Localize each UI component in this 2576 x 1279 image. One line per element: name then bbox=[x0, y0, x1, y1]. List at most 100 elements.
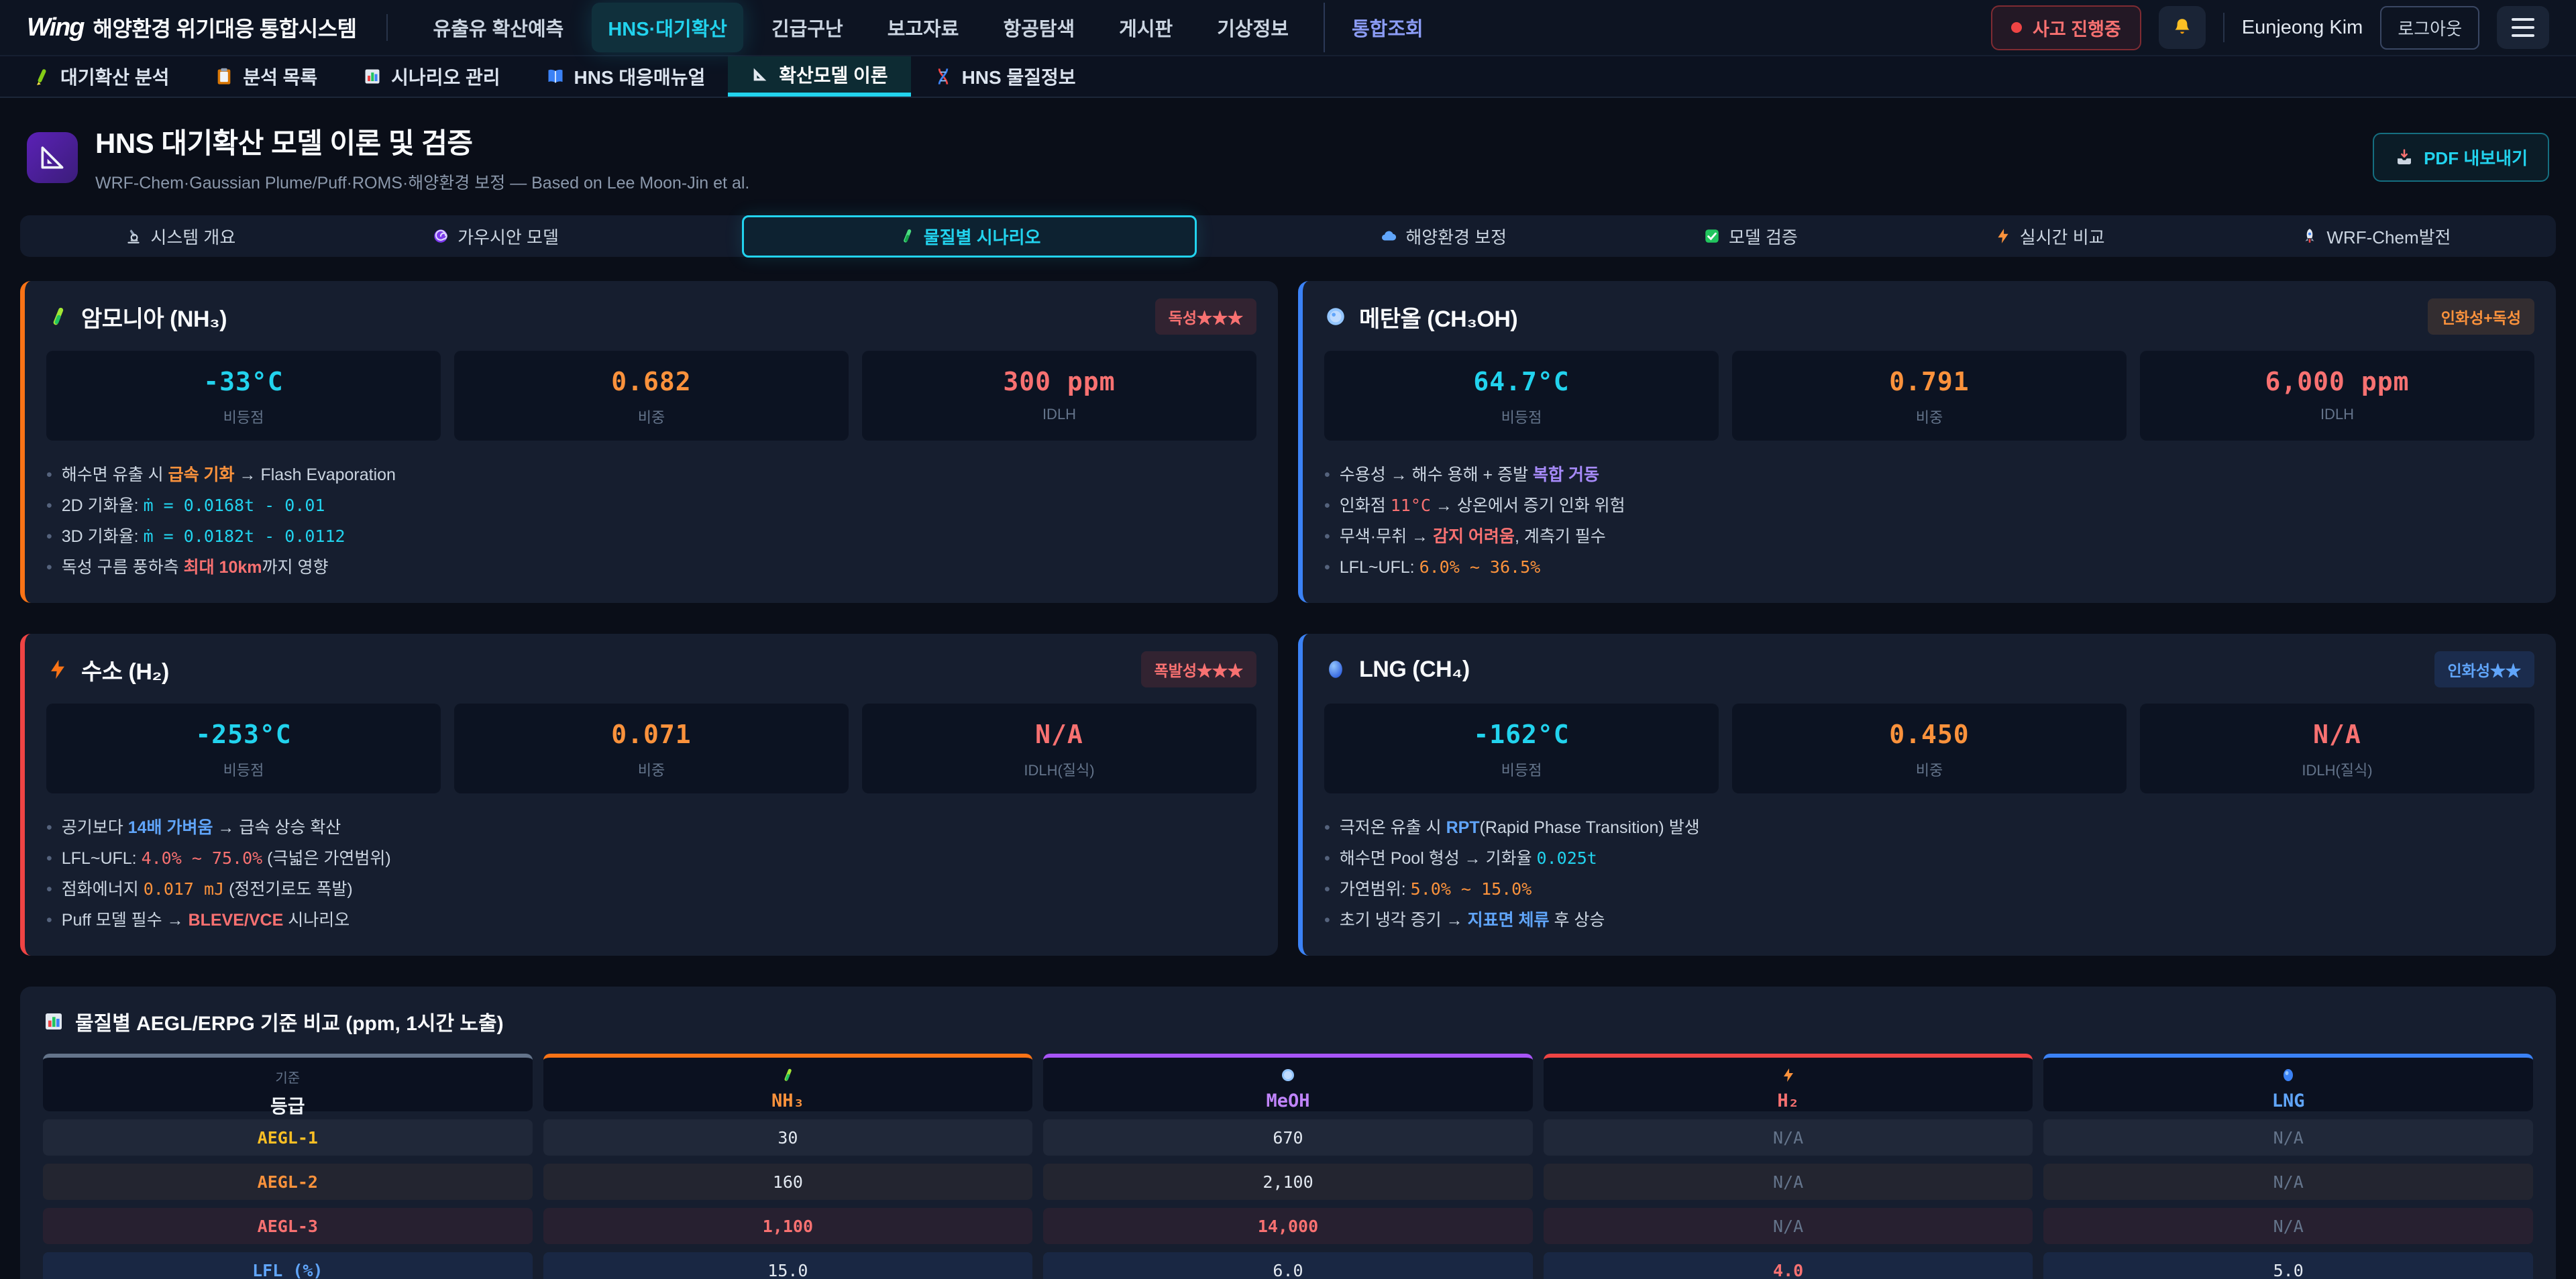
tab-analysis-list[interactable]: 분석 목록 bbox=[192, 56, 340, 97]
tab-dispersion-model-theory[interactable]: 확산모델 이론 bbox=[728, 56, 910, 97]
pen-icon bbox=[32, 67, 51, 86]
app-logo: Wing 해양환경 위기대응 통합시스템 bbox=[27, 12, 357, 43]
section-tab-marine-correction[interactable]: 해양환경 보정 bbox=[1366, 217, 1520, 256]
stat-value: -33°C bbox=[46, 367, 441, 396]
stat-boiling-point: 64.7°C 비등점 bbox=[1324, 351, 1719, 441]
stat-value: 6,000 ppm bbox=[2140, 367, 2534, 396]
pdf-export-button[interactable]: PDF 내보내기 bbox=[2373, 133, 2549, 182]
card-methanol: 메탄올 (CH₃OH) 인화성+독성 64.7°C 비등점 0.791 비중 6… bbox=[1298, 281, 2556, 603]
cell-aegl3-lng: N/A bbox=[2043, 1208, 2533, 1244]
page-header: HNS 대기확산 모델 이론 및 검증 WRF-Chem·Gaussian Pl… bbox=[0, 98, 2576, 211]
bullet-item: 3D 기화율: ṁ = 0.0182t - 0.0112 bbox=[46, 521, 1256, 552]
nav-item-weather[interactable]: 기상정보 bbox=[1201, 3, 1305, 52]
row-label-aegl1: AEGL-1 bbox=[43, 1119, 533, 1156]
nav-item-aerial-search[interactable]: 항공탐색 bbox=[987, 3, 1091, 52]
hazard-badge: 인화성+독성 bbox=[2428, 298, 2534, 335]
nav-item-emergency[interactable]: 긴급구난 bbox=[755, 3, 859, 52]
bullet-item: 독성 구름 풍하측 최대 10km까지 영향 bbox=[46, 552, 1256, 583]
cell-aegl2-h2: N/A bbox=[1544, 1164, 2033, 1200]
stat-specific-gravity: 0.791 비중 bbox=[1732, 351, 2127, 441]
tab-scenario-management[interactable]: 시나리오 관리 bbox=[340, 56, 523, 97]
nav-item-reports[interactable]: 보고자료 bbox=[871, 3, 975, 52]
stat-idlh: N/A IDLH(질식) bbox=[2140, 704, 2534, 793]
stat-idlh: 6,000 ppm IDLH bbox=[2140, 351, 2534, 441]
stat-label: 비등점 bbox=[46, 759, 441, 780]
bullet-item: 가연범위: 5.0% ~ 15.0% bbox=[1324, 874, 2534, 905]
stat-idlh: N/A IDLH(질식) bbox=[862, 704, 1256, 793]
cell-lfl-meoh: 6.0 bbox=[1043, 1252, 1533, 1279]
stat-label: IDLH(질식) bbox=[2140, 759, 2534, 780]
table-header-lng: LNG bbox=[2043, 1054, 2533, 1111]
section-tab-model-validation[interactable]: 모델 검증 bbox=[1690, 217, 1811, 256]
section-tab-gaussian-model[interactable]: 가우시안 모델 bbox=[419, 217, 572, 256]
column-name: MeOH bbox=[1043, 1091, 1533, 1111]
microscope-icon bbox=[125, 227, 142, 245]
tab-hns-substance-info[interactable]: HNS 물질정보 bbox=[911, 56, 1099, 97]
page-title: HNS 대기확산 모델 이론 및 검증 bbox=[95, 121, 749, 162]
notifications-button[interactable] bbox=[2159, 6, 2206, 49]
table-header-meoh: MeOH bbox=[1043, 1054, 1533, 1111]
nav-item-board[interactable]: 게시판 bbox=[1103, 3, 1189, 52]
menu-button[interactable] bbox=[2497, 6, 2549, 49]
card-ammonia: 암모니아 (NH₃) 독성★★★ -33°C 비등점 0.682 비중 300 … bbox=[20, 281, 1278, 603]
stat-idlh: 300 ppm IDLH bbox=[862, 351, 1256, 441]
card-title: 암모니아 (NH₃) bbox=[81, 300, 227, 333]
cell-aegl3-nh3: 1,100 bbox=[543, 1208, 1033, 1244]
main-menu: 유출유 확산예측 HNS·대기확산 긴급구난 보고자료 항공탐색 게시판 기상정… bbox=[417, 3, 1992, 52]
tab-label: 확산모델 이론 bbox=[779, 61, 888, 88]
stat-value: N/A bbox=[2140, 720, 2534, 749]
row-label-aegl3: AEGL-3 bbox=[43, 1208, 533, 1244]
stat-label: IDLH bbox=[2140, 406, 2534, 423]
cloud-icon bbox=[1380, 227, 1397, 245]
stat-label: 비중 bbox=[454, 759, 849, 780]
stat-value: 0.791 bbox=[1732, 367, 2127, 396]
bullet-item: LFL~UFL: 6.0% ~ 36.5% bbox=[1324, 552, 2534, 583]
bullet-item: 공기보다 14배 가벼움 → 급속 상승 확산 bbox=[46, 812, 1256, 843]
cell-aegl3-meoh: 14,000 bbox=[1043, 1208, 1533, 1244]
cell-lfl-nh3: 15.0 bbox=[543, 1252, 1033, 1279]
table-header-criteria: 기준 등급 bbox=[43, 1054, 533, 1111]
nav-item-hns-dispersion[interactable]: HNS·대기확산 bbox=[592, 3, 743, 52]
tab-hns-manual[interactable]: HNS 대응매뉴얼 bbox=[523, 56, 729, 97]
bullet-item: 초기 냉각 증기 → 지표면 체류 후 상승 bbox=[1324, 905, 2534, 936]
page-header-text: HNS 대기확산 모델 이론 및 검증 WRF-Chem·Gaussian Pl… bbox=[95, 121, 749, 194]
test-tube-icon bbox=[898, 227, 916, 245]
column-name: H₂ bbox=[1544, 1091, 2033, 1111]
sub-tab-bar: 대기확산 분석 분석 목록 시나리오 관리 HNS 대응매뉴얼 확산모델 이론 … bbox=[0, 56, 2576, 98]
cell-aegl1-h2: N/A bbox=[1544, 1119, 2033, 1156]
bar-chart-icon bbox=[363, 67, 382, 86]
section-tab-substance-scenarios[interactable]: 물질별 시나리오 bbox=[742, 215, 1197, 258]
stat-value: -253°C bbox=[46, 720, 441, 749]
section-tab-wrf-chem[interactable]: WRF-Chem발전 bbox=[2288, 217, 2464, 256]
stat-specific-gravity: 0.071 비중 bbox=[454, 704, 849, 793]
card-lng: LNG (CH₄) 인화성★★ -162°C 비등점 0.450 비중 N/A … bbox=[1298, 634, 2556, 956]
section-tab-realtime-comparison[interactable]: 실시간 비교 bbox=[1981, 217, 2118, 256]
nav-item-integrated-search[interactable]: 통합조회 bbox=[1324, 3, 1440, 52]
cell-aegl3-h2: N/A bbox=[1544, 1208, 2033, 1244]
card-hydrogen: 수소 (H₂) 폭발성★★★ -253°C 비등점 0.071 비중 N/A I… bbox=[20, 634, 1278, 956]
incident-dot-icon bbox=[2011, 22, 2022, 33]
stat-value: 300 ppm bbox=[862, 367, 1256, 396]
stat-boiling-point: -33°C 비등점 bbox=[46, 351, 441, 441]
section-tab-label: 시스템 개요 bbox=[150, 224, 235, 249]
nav-item-oil-spill[interactable]: 유출유 확산예측 bbox=[417, 3, 580, 52]
section-tab-system-overview[interactable]: 시스템 개요 bbox=[111, 217, 249, 256]
row-label-aegl2: AEGL-2 bbox=[43, 1164, 533, 1200]
stat-label: 비중 bbox=[1732, 406, 2127, 427]
stats-row: -253°C 비등점 0.071 비중 N/A IDLH(질식) bbox=[46, 704, 1256, 793]
card-bullets: 해수면 유출 시 급속 기화 → Flash Evaporation 2D 기화… bbox=[46, 459, 1256, 583]
logout-button[interactable]: 로그아웃 bbox=[2380, 6, 2479, 50]
section-tab-label: WRF-Chem발전 bbox=[2326, 224, 2451, 249]
section-tab-label: 물질별 시나리오 bbox=[924, 224, 1041, 249]
tab-dispersion-analysis[interactable]: 대기확산 분석 bbox=[9, 56, 192, 97]
section-tab-label: 실시간 비교 bbox=[2020, 224, 2105, 249]
download-icon bbox=[2394, 148, 2414, 168]
cell-aegl1-meoh: 670 bbox=[1043, 1119, 1533, 1156]
petri-disc-icon bbox=[1324, 305, 1347, 328]
cell-aegl2-nh3: 160 bbox=[543, 1164, 1033, 1200]
row-label-lfl: LFL (%) bbox=[43, 1252, 533, 1279]
card-title: 수소 (H₂) bbox=[81, 653, 169, 686]
incident-status-badge: 사고 진행중 bbox=[1991, 5, 2141, 50]
user-name: Eunjeong Kim bbox=[2242, 17, 2363, 39]
column-name: NH₃ bbox=[543, 1091, 1033, 1111]
